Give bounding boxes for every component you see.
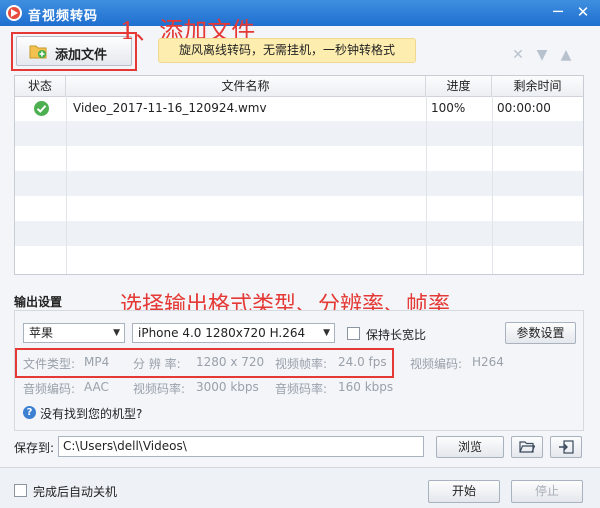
- delete-icon[interactable]: ✕: [510, 47, 526, 63]
- browse-button[interactable]: 浏览: [436, 436, 504, 458]
- promo-tip[interactable]: 旋风离线转码，无需挂机，一秒钟转格式: [158, 38, 416, 63]
- file-name: Video_2017-11-16_120924.wmv: [73, 101, 267, 115]
- video-bitrate-label: 视频码率:: [133, 382, 186, 396]
- app-logo-icon: [6, 5, 22, 21]
- title-bar: 音视频转码 ─ ✕: [0, 0, 600, 26]
- done-check-icon: [34, 101, 49, 116]
- file-progress: 100%: [431, 101, 466, 115]
- export-button[interactable]: [550, 436, 582, 458]
- chevron-down-icon: ▼: [323, 328, 330, 338]
- auto-shutdown-label[interactable]: 完成后自动关机: [33, 483, 117, 500]
- export-icon: [559, 440, 574, 454]
- column-filename[interactable]: 文件名称: [66, 76, 426, 96]
- table-row-empty: [15, 246, 583, 271]
- keep-ratio-checkbox[interactable]: [347, 327, 360, 340]
- start-button[interactable]: 开始: [428, 480, 500, 503]
- help-icon[interactable]: ?: [23, 406, 36, 419]
- audio-bitrate-label: 音频码率:: [275, 382, 328, 396]
- file-remaining: 00:00:00: [497, 101, 551, 115]
- device-brand-select[interactable]: 苹果 ▼: [23, 323, 125, 343]
- column-divider: [492, 96, 493, 274]
- open-folder-button[interactable]: [511, 436, 543, 458]
- save-to-label: 保存到:: [14, 441, 55, 455]
- keep-ratio-label[interactable]: 保持长宽比: [366, 326, 426, 343]
- table-row-empty: [15, 146, 583, 171]
- save-path-input[interactable]: C:\Users\dell\Videos\: [58, 436, 424, 457]
- audio-bitrate-value: 160 kbps: [338, 380, 394, 394]
- annotation-box-specs: [15, 348, 394, 378]
- params-settings-button[interactable]: 参数设置: [505, 322, 576, 344]
- column-remaining[interactable]: 剩余时间: [492, 76, 583, 96]
- table-row-empty: [15, 121, 583, 146]
- device-model-value: iPhone 4.0 1280x720 H.264: [138, 326, 306, 340]
- device-brand-value: 苹果: [29, 326, 54, 340]
- table-row-empty: [15, 171, 583, 196]
- annotation-box-add: [11, 32, 137, 71]
- column-status[interactable]: 状态: [15, 76, 66, 96]
- audio-codec-label: 音频编码:: [23, 382, 76, 396]
- column-progress[interactable]: 进度: [426, 76, 492, 96]
- table-row[interactable]: Video_2017-11-16_120924.wmv 100% 00:00:0…: [15, 96, 583, 121]
- table-header: 状态 文件名称 进度 剩余时间: [15, 76, 583, 97]
- close-button[interactable]: ✕: [571, 1, 595, 23]
- video-bitrate-value: 3000 kbps: [196, 380, 259, 394]
- column-divider: [426, 96, 427, 274]
- help-link[interactable]: 没有找到您的机型?: [40, 405, 142, 422]
- audio-codec-value: AAC: [84, 380, 109, 394]
- move-up-icon[interactable]: ▲: [558, 47, 574, 63]
- table-row-empty: [15, 221, 583, 246]
- minimize-button[interactable]: ─: [546, 1, 570, 23]
- move-down-icon[interactable]: ▼: [534, 47, 550, 63]
- chevron-down-icon: ▼: [113, 328, 120, 338]
- auto-shutdown-checkbox[interactable]: [14, 484, 27, 497]
- file-table: 状态 文件名称 进度 剩余时间 Video_2017-11-16_120924.…: [14, 75, 584, 275]
- output-settings-title: 输出设置: [14, 295, 63, 309]
- table-row-empty: [15, 196, 583, 221]
- window-title: 音视频转码: [28, 9, 99, 24]
- device-model-select[interactable]: iPhone 4.0 1280x720 H.264 ▼: [132, 323, 335, 343]
- stop-button[interactable]: 停止: [511, 480, 583, 503]
- column-divider: [66, 96, 67, 274]
- folder-open-icon: [519, 441, 536, 453]
- video-codec-value: H264: [472, 355, 504, 369]
- video-codec-label: 视频编码:: [410, 357, 463, 371]
